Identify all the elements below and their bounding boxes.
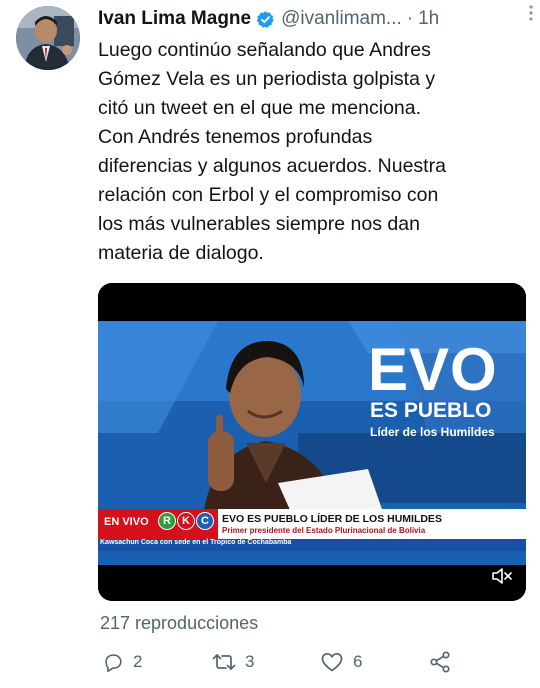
retweet-icon bbox=[212, 654, 236, 670]
channel-logo-letter: C bbox=[196, 512, 214, 530]
verified-badge-icon bbox=[256, 10, 275, 29]
tweet-header: Ivan Lima Magne @ivanlimam... · 1h bbox=[98, 6, 530, 32]
channel-logo-letter: K bbox=[177, 512, 195, 530]
tweet-text-line: Gómez Vela es un periodista golpista y bbox=[98, 68, 436, 90]
video-graphic-title: EVO bbox=[368, 336, 498, 403]
lower-third-title: EVO ES PUEBLO LÍDER DE LOS HUMILDES bbox=[222, 513, 442, 525]
volume-muted-icon[interactable] bbox=[490, 565, 514, 587]
retweet-count: 3 bbox=[245, 652, 255, 671]
share-button[interactable] bbox=[428, 650, 452, 674]
more-vertical-icon[interactable] bbox=[528, 4, 534, 27]
author-name[interactable]: Ivan Lima Magne bbox=[98, 8, 251, 30]
author-avatar[interactable] bbox=[16, 6, 80, 70]
tweet-text-line: materia de dialogo. bbox=[98, 242, 264, 264]
tweet-text: Luego continúo señalando que Andres Góme… bbox=[98, 36, 518, 268]
live-badge: EN VIVO bbox=[100, 513, 153, 531]
video-player[interactable]: EVO ES PUEBLO Líder de los Humildes EN V… bbox=[98, 283, 526, 601]
video-frame bbox=[98, 283, 526, 601]
retweet-button[interactable]: 3 bbox=[212, 650, 254, 674]
share-icon bbox=[430, 651, 450, 673]
lower-third-subtitle: Primer presidente del Estado Plurinacion… bbox=[222, 526, 426, 535]
avatar-photo bbox=[16, 6, 80, 70]
tweet-text-line: relación con Erbol y el compromiso con bbox=[98, 184, 439, 206]
tweet-text-line: los más vulnerables siempre nos dan bbox=[98, 213, 420, 235]
reply-icon bbox=[105, 654, 122, 672]
tweet-text-line: Luego continúo señalando que Andres bbox=[98, 39, 431, 61]
view-count: 217 reproducciones bbox=[100, 613, 259, 633]
like-button[interactable]: 6 bbox=[320, 650, 362, 674]
tweet-actions: 2 3 6 bbox=[102, 650, 522, 676]
reply-button[interactable]: 2 bbox=[102, 650, 142, 674]
header-separator: · bbox=[406, 8, 414, 29]
heart-icon bbox=[321, 652, 343, 672]
author-handle[interactable]: @ivanlimam... bbox=[281, 8, 402, 30]
like-count: 6 bbox=[353, 652, 363, 671]
tweet-text-line: diferencias y algunos acuerdos. Nuestra bbox=[98, 155, 446, 177]
video-graphic-subtitle: ES PUEBLO bbox=[370, 399, 492, 422]
channel-logo: R K C bbox=[158, 512, 214, 530]
tweet-text-line: citó un tweet en el que me menciona. bbox=[98, 97, 422, 119]
video-graphic-caption: Líder de los Humildes bbox=[370, 425, 495, 439]
reply-count: 2 bbox=[133, 652, 143, 671]
tweet-text-line: Con Andrés tenemos profundas bbox=[98, 126, 373, 148]
channel-logo-letter: R bbox=[158, 512, 176, 530]
news-ticker: Kawsachun Coca con sede en el Tropico de… bbox=[100, 539, 292, 546]
tweet-timestamp[interactable]: 1h bbox=[418, 8, 439, 30]
